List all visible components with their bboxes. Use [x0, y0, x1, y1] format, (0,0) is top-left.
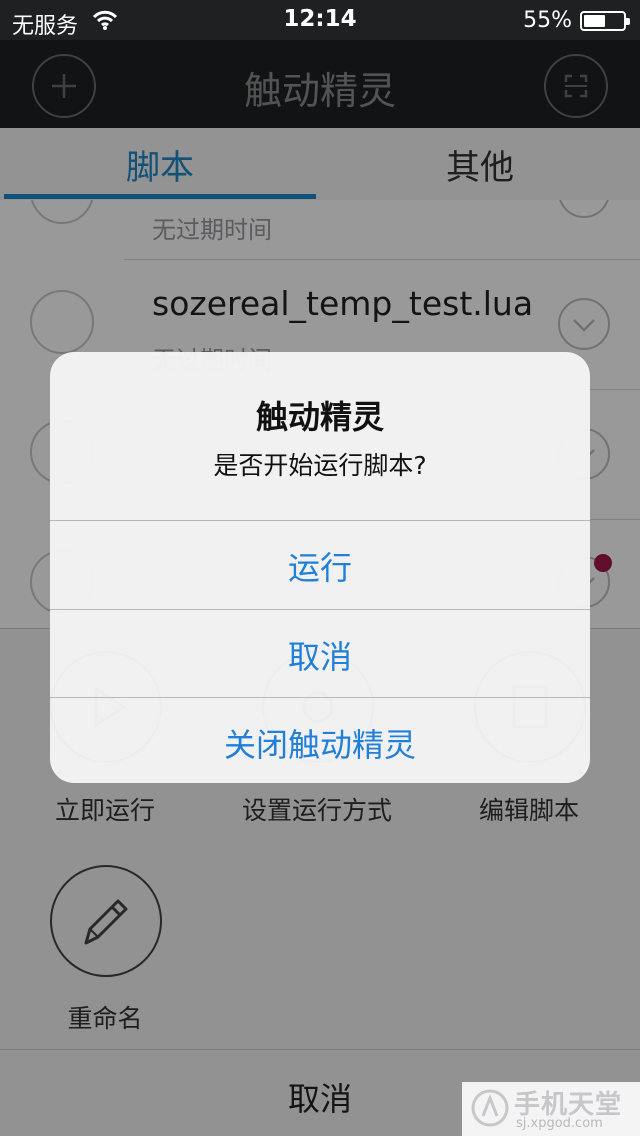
alert-title: 触动精灵 — [255, 398, 384, 436]
watermark: 手机天堂 sj.xpgod.com — [462, 1082, 640, 1136]
alert-message: 是否开始运行脚本? — [213, 451, 427, 480]
alert-dialog: 触动精灵 是否开始运行脚本? 运行 取消 关闭触动精灵 — [50, 352, 590, 783]
alert-cancel-button[interactable]: 取消 — [50, 609, 590, 697]
status-bar: 无服务 12:14 55% — [0, 0, 640, 40]
run-button[interactable]: 运行 — [50, 520, 590, 608]
battery-percent: 55% — [523, 8, 572, 33]
close-app-button[interactable]: 关闭触动精灵 — [50, 697, 590, 783]
battery-icon — [580, 11, 630, 31]
watermark-logo-icon — [471, 1089, 509, 1127]
watermark-url: sj.xpgod.com — [516, 1116, 603, 1131]
battery-fill — [584, 15, 605, 27]
